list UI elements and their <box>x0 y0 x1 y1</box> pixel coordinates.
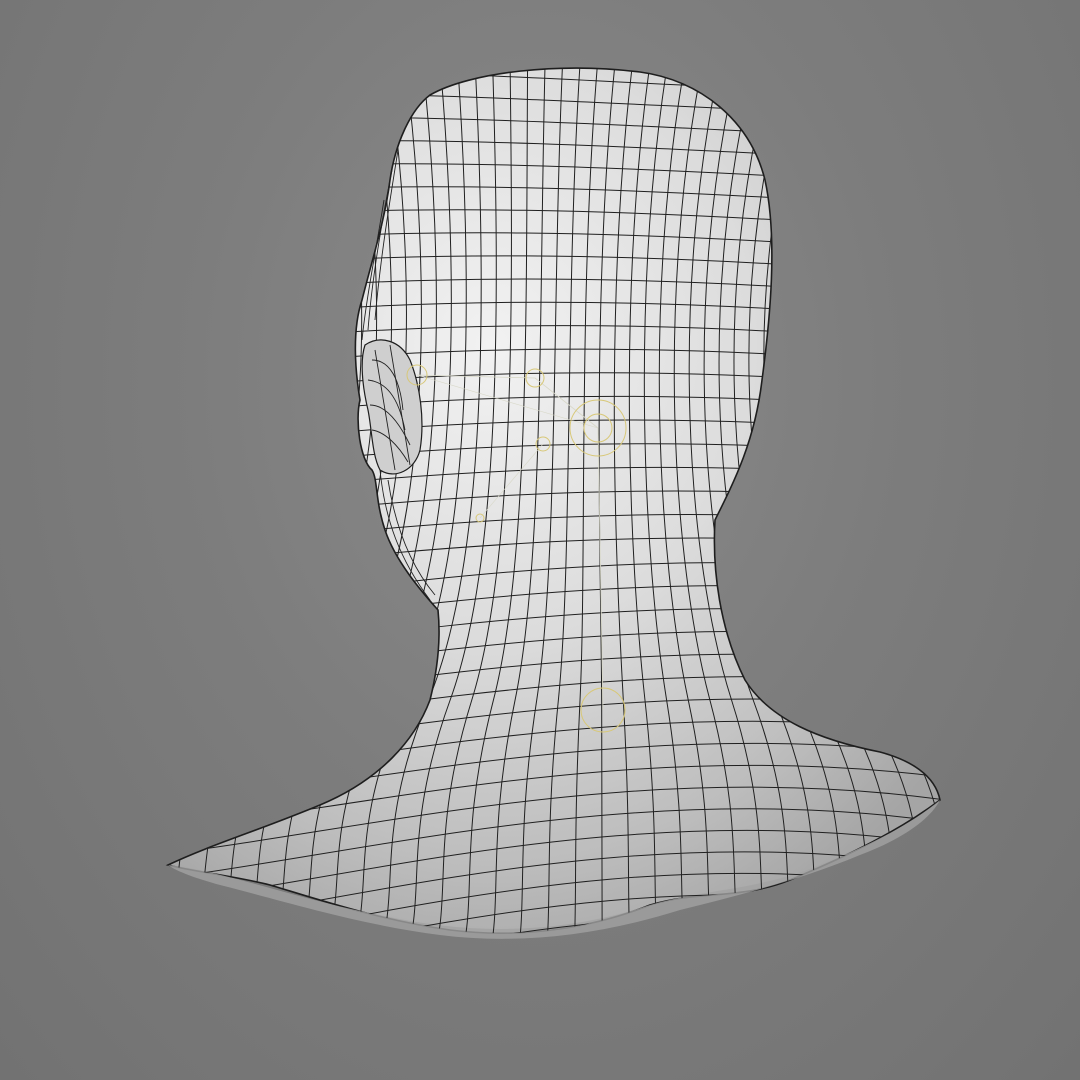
3d-viewport[interactable] <box>0 0 1080 1080</box>
wire-edge <box>150 937 960 1026</box>
mesh-surface[interactable] <box>165 67 941 934</box>
viewport-canvas[interactable] <box>0 0 1080 1080</box>
head-mesh[interactable] <box>119 46 1056 1027</box>
